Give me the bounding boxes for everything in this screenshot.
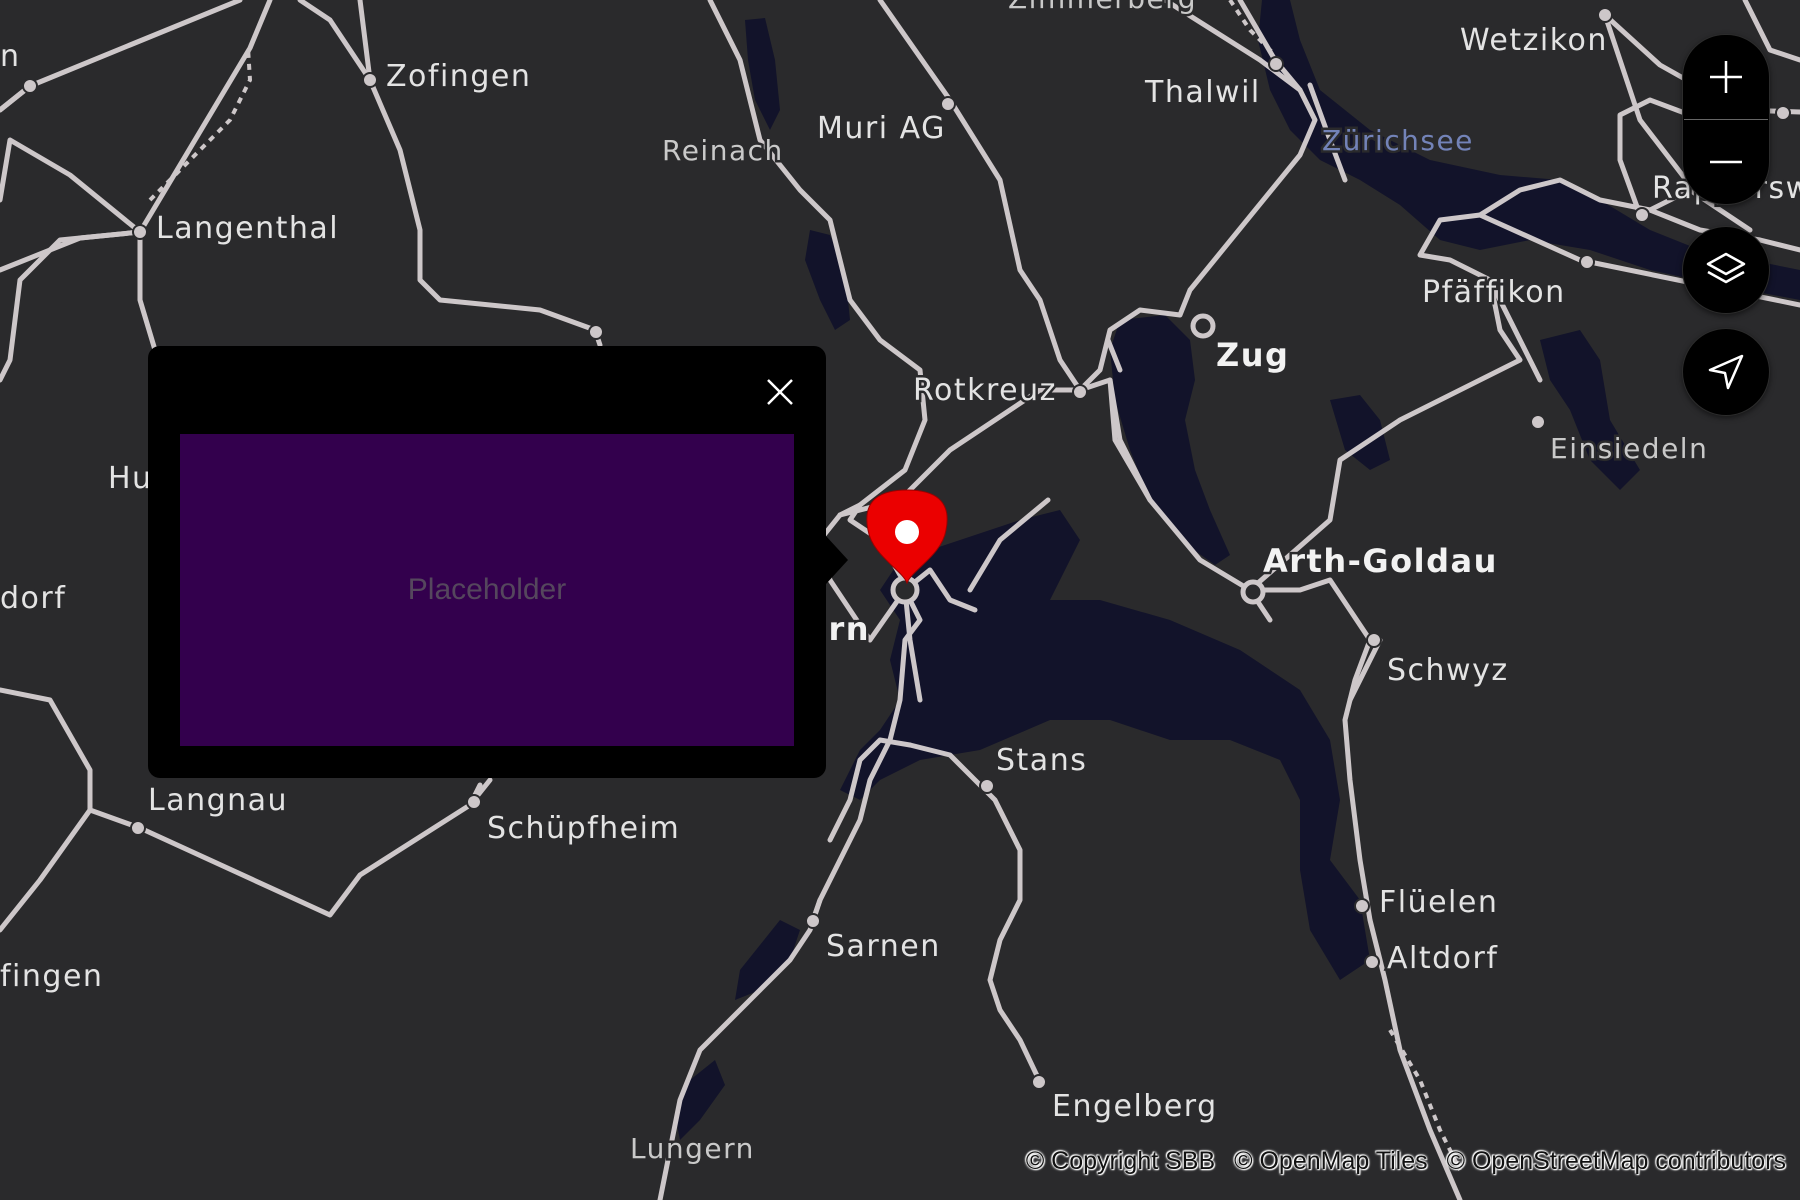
- station-rapperswil[interactable]: [1634, 207, 1650, 223]
- label-rotkreuz: Rotkreuz: [913, 373, 1057, 408]
- label-stans: Stans: [996, 743, 1087, 778]
- locate-button[interactable]: [1682, 328, 1770, 416]
- station-langenthal[interactable]: [132, 224, 148, 240]
- label-sarnen: Sarnen: [826, 929, 941, 964]
- popup-close-button[interactable]: [760, 372, 800, 412]
- station-pfaffikon[interactable]: [1579, 254, 1595, 270]
- station-luzern[interactable]: [890, 575, 920, 605]
- label-engelberg: Engelberg: [1052, 1089, 1218, 1124]
- label-zimmerberg: Zimmerberg: [1008, 0, 1197, 15]
- close-icon: [767, 379, 793, 405]
- station-muri[interactable]: [940, 96, 956, 112]
- label-west-edge: n: [0, 39, 21, 74]
- label-wetzikon: Wetzikon: [1460, 23, 1608, 58]
- station-arth-goldau[interactable]: [1240, 579, 1266, 605]
- label-einsiedeln: Einsiedeln: [1550, 432, 1708, 465]
- plus-icon: [1710, 61, 1742, 93]
- minus-icon: [1710, 160, 1742, 164]
- label-reinach: Reinach: [662, 134, 784, 167]
- label-pfaffikon: Pfäffikon: [1422, 275, 1566, 310]
- map-popup: Placeholder: [148, 346, 826, 778]
- station-langnau[interactable]: [130, 820, 146, 836]
- map-attribution: © Copyright SBB © OpenMap Tiles © OpenSt…: [1014, 1147, 1786, 1176]
- station-altdorf[interactable]: [1364, 954, 1380, 970]
- station-wetzikon[interactable]: [1597, 7, 1613, 23]
- label-konolfingen: fingen: [0, 959, 103, 994]
- zoom-in-button[interactable]: [1684, 35, 1768, 119]
- station-west[interactable]: [22, 78, 38, 94]
- label-altdorf: Altdorf: [1387, 941, 1498, 976]
- label-schwyz: Schwyz: [1387, 653, 1509, 688]
- layers-icon: [1706, 252, 1746, 284]
- label-burgdorf: dorf: [0, 581, 66, 616]
- station-schupfheim[interactable]: [466, 794, 482, 810]
- label-langenthal: Langenthal: [156, 211, 339, 246]
- label-huttwil: Hu: [108, 461, 153, 496]
- map-pin-dot: [895, 520, 919, 544]
- station-fluelen[interactable]: [1354, 898, 1370, 914]
- station-sursee[interactable]: [588, 324, 604, 340]
- station-zug[interactable]: [1190, 313, 1216, 339]
- navigation-arrow-icon: [1708, 354, 1744, 390]
- label-muri: Muri AG: [817, 111, 946, 146]
- label-zofingen: Zofingen: [386, 59, 531, 94]
- station-engelberg[interactable]: [1031, 1074, 1047, 1090]
- label-arth-goldau: Arth-Goldau: [1263, 542, 1498, 580]
- attribution-sbb[interactable]: © Copyright SBB: [1026, 1147, 1215, 1175]
- station-east[interactable]: [1775, 105, 1791, 121]
- attribution-openmaptiles[interactable]: © OpenMap Tiles: [1234, 1147, 1428, 1175]
- attribution-osm[interactable]: © OpenStreetMap contributors: [1447, 1147, 1786, 1175]
- label-langnau: Langnau: [148, 783, 288, 818]
- station-einsiedeln[interactable]: [1530, 414, 1546, 430]
- label-thalwil: Thalwil: [1144, 75, 1261, 110]
- station-sarnen[interactable]: [805, 913, 821, 929]
- station-thalwil[interactable]: [1268, 56, 1284, 72]
- label-fluelen: Flüelen: [1379, 885, 1498, 920]
- station-schwyz[interactable]: [1366, 632, 1382, 648]
- station-rotkreuz[interactable]: [1072, 384, 1088, 400]
- label-zug: Zug: [1216, 336, 1289, 374]
- placeholder-text: Placeholder: [407, 573, 567, 606]
- popup-arrow: [826, 536, 848, 584]
- zoom-out-button[interactable]: [1684, 120, 1768, 204]
- station-stans[interactable]: [979, 778, 995, 794]
- zoom-controls: [1682, 34, 1770, 205]
- layers-button[interactable]: [1682, 226, 1770, 314]
- label-schupfheim: Schüpfheim: [487, 811, 680, 846]
- popup-placeholder: Placeholder: [180, 434, 794, 746]
- label-zurichsee: Zürichsee: [1322, 124, 1474, 157]
- station-zofingen[interactable]: [362, 72, 378, 88]
- label-lungern: Lungern: [630, 1132, 755, 1165]
